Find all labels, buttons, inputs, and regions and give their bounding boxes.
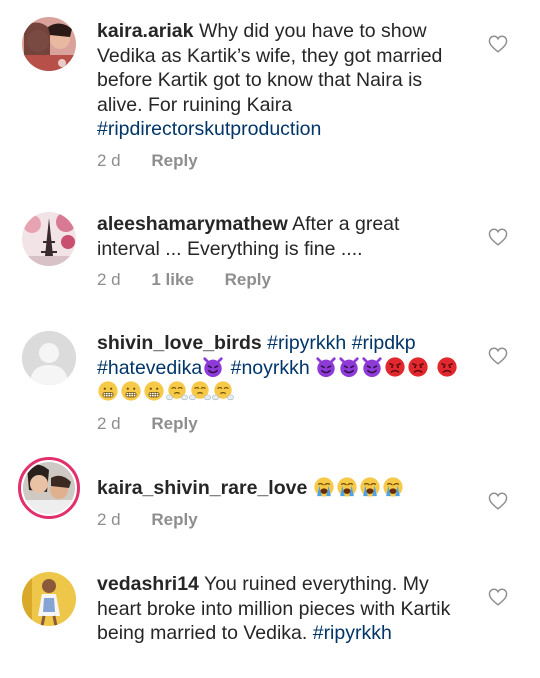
steam-face-icon	[166, 380, 188, 402]
avatar[interactable]	[22, 17, 76, 71]
comment-username[interactable]: vedashri14	[97, 573, 199, 595]
crying-face-icon	[382, 476, 404, 498]
avatar[interactable]	[22, 331, 76, 385]
reply-button[interactable]: Reply	[151, 414, 197, 433]
heart-outline-icon[interactable]	[488, 492, 508, 510]
hashtag-link[interactable]: #ripyrkkh	[267, 332, 346, 354]
comment-meta: 2 d Reply	[97, 414, 224, 434]
likes-count[interactable]: 1 like	[151, 270, 194, 289]
comment-text: aleeshamarymathew After a great interval…	[97, 212, 467, 261]
angry-face-icon	[407, 356, 429, 378]
comment-username[interactable]: shivin_love_birds	[97, 332, 262, 354]
comment-time: 2 d	[97, 510, 121, 529]
hashtag-link[interactable]: #ripdirectorskutproduction	[97, 118, 321, 140]
reply-button[interactable]: Reply	[151, 510, 197, 529]
angry-face-icon	[384, 356, 406, 378]
reply-button[interactable]: Reply	[225, 270, 271, 289]
smiling-devil-icon	[202, 356, 224, 378]
comment-time: 2 d	[97, 414, 121, 433]
angry-face-icon	[436, 356, 458, 378]
avatar[interactable]	[22, 212, 76, 266]
crying-face-icon	[359, 476, 381, 498]
comment-meta: 2 d 1 like Reply	[97, 270, 297, 290]
heart-outline-icon[interactable]	[488, 588, 508, 606]
comment-text: kaira.ariak Why did you have to show Ved…	[97, 19, 467, 142]
comment-username[interactable]: aleeshamarymathew	[97, 213, 288, 235]
steam-face-icon	[189, 380, 211, 402]
comment-meta: 2 d Reply	[97, 151, 224, 171]
heart-outline-icon[interactable]	[488, 35, 508, 53]
smiling-devil-icon	[338, 356, 360, 378]
reply-button[interactable]: Reply	[151, 151, 197, 170]
crying-face-icon	[336, 476, 358, 498]
comment-meta: 2 d Reply	[97, 510, 224, 530]
avatar[interactable]	[22, 572, 76, 626]
hashtag-link[interactable]: #ripyrkkh	[313, 622, 392, 644]
crying-face-icon	[313, 476, 335, 498]
smiling-devil-icon	[315, 356, 337, 378]
comment-time: 2 d	[97, 151, 121, 170]
heart-outline-icon[interactable]	[488, 347, 508, 365]
grimacing-face-icon	[97, 380, 119, 402]
hashtag-link[interactable]: #ripdkp	[352, 332, 416, 354]
comment-text: kaira_shivin_rare_love	[97, 476, 467, 501]
comment-text: vedashri14 You ruined everything. My hea…	[97, 572, 467, 646]
hashtag-link[interactable]: #noyrkkh	[231, 357, 310, 379]
heart-outline-icon[interactable]	[488, 228, 508, 246]
comment-username[interactable]: kaira.ariak	[97, 20, 194, 42]
comment-username[interactable]: kaira_shivin_rare_love	[97, 477, 307, 499]
grimacing-face-icon	[120, 380, 142, 402]
comment-text: shivin_love_birds #ripyrkkh #ripdkp #hat…	[97, 331, 467, 405]
avatar-story-ring[interactable]	[18, 457, 80, 519]
grimacing-face-icon	[143, 380, 165, 402]
steam-face-icon	[212, 380, 234, 402]
hashtag-link[interactable]: #hatevedika	[97, 357, 202, 379]
smiling-devil-icon	[361, 356, 383, 378]
comment-time: 2 d	[97, 270, 121, 289]
